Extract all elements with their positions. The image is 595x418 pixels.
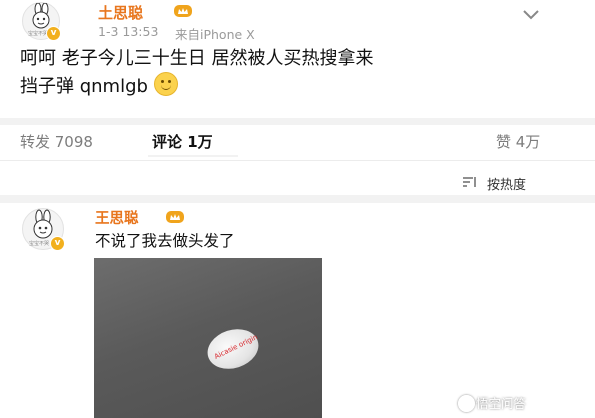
post-content-line2-wrap: 挡子弹 qnmlgb	[20, 72, 373, 100]
post-avatar[interactable]: 宝宝不哭 v	[22, 2, 61, 41]
comment-tab[interactable]: 评论 1万	[152, 131, 213, 152]
post-content-line1: 呵呵 老子今儿三十生日 居然被人买热搜拿来	[20, 48, 374, 69]
verified-badge-icon: v	[46, 26, 61, 41]
smile-emoji-icon	[153, 72, 178, 96]
verified-badge-icon: v	[50, 236, 65, 251]
like-tab[interactable]: 赞 4万	[496, 131, 540, 152]
divider	[0, 195, 595, 203]
post-source: 来自iPhone X	[175, 27, 255, 42]
repost-tab[interactable]: 转发 7098	[20, 131, 93, 152]
wukong-logo-icon	[458, 395, 475, 412]
comment-photo[interactable]: Aicasie origin	[94, 258, 322, 418]
post-time: 1-3 13:53	[98, 24, 159, 39]
post-content: 呵呵 老子今儿三十生日 居然被人买热搜拿来 挡子弹 qnmlgb	[20, 45, 373, 100]
crown-icon	[174, 5, 192, 17]
weibo-post: 宝宝不哭 v 土思聪 1-3 13:53 来自iPhone X 呵呵 老子今儿三…	[0, 0, 595, 118]
post-content-line2: 挡子弹 qnmlgb	[20, 76, 148, 97]
sort-icon	[463, 177, 476, 187]
avatar-caption: 宝宝不哭	[28, 31, 49, 37]
cap-label: Aicasie origin	[213, 333, 259, 361]
crown-icon	[166, 211, 184, 223]
tab-underline	[148, 155, 238, 157]
post-stats-bar: 转发 7098 评论 1万 赞 4万	[0, 125, 595, 157]
avatar-caption: 宝宝不哭	[29, 241, 50, 247]
post-username[interactable]: 土思聪	[98, 2, 143, 23]
divider	[0, 118, 595, 125]
sort-by-hot-button[interactable]: 按热度	[487, 174, 526, 193]
watermark-text: 悟空问答	[476, 396, 527, 411]
comment-text: 不说了我去做头发了	[95, 232, 235, 250]
cap-object: Aicasie origin	[202, 322, 264, 376]
chevron-down-icon[interactable]	[521, 4, 541, 24]
comment-username[interactable]: 王思聪	[95, 207, 139, 228]
comment-avatar[interactable]: 宝宝不哭 v	[22, 208, 65, 251]
divider	[0, 160, 595, 161]
